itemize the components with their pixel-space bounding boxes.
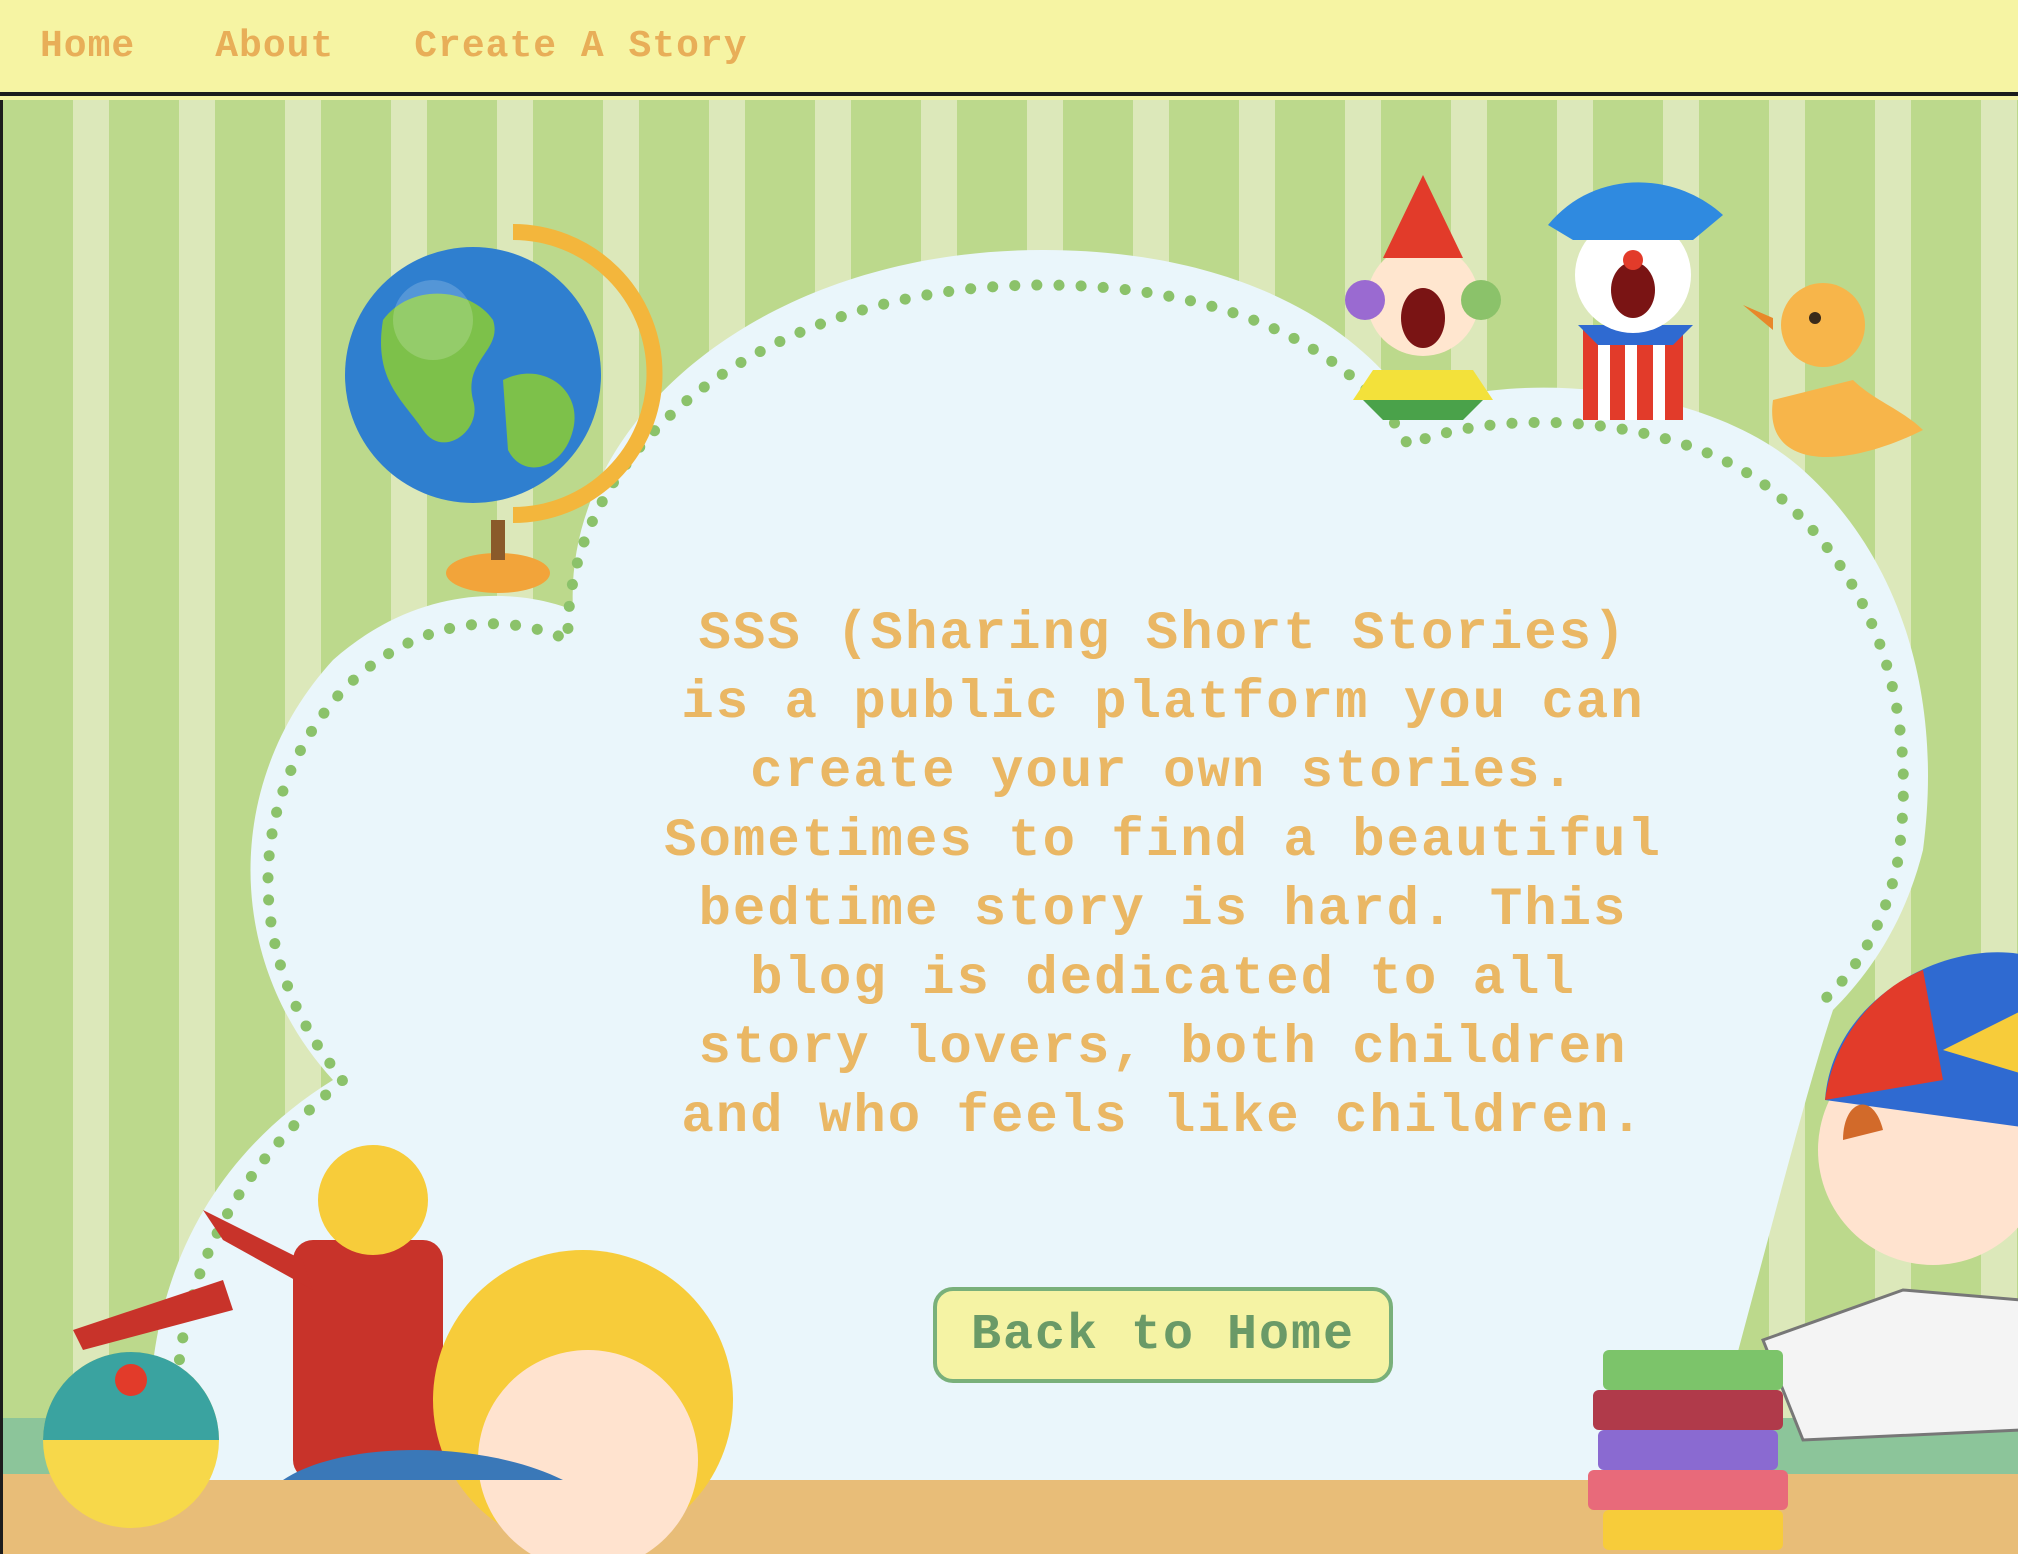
beach-ball-illustration [43, 1352, 219, 1528]
top-nav: Home About Create A Story [0, 0, 2018, 96]
back-to-home-button[interactable]: Back to Home [933, 1287, 1393, 1383]
about-scene: SSS (Sharing Short Stories) is a public … [0, 100, 2018, 1554]
clown-toy-illustration [1345, 175, 1501, 420]
nav-home-link[interactable]: Home [40, 25, 135, 68]
book-stack-illustration [1588, 1350, 1788, 1550]
duck-toy-illustration [1743, 283, 1923, 458]
nav-create-story-link[interactable]: Create A Story [414, 25, 747, 68]
nav-about-link[interactable]: About [215, 25, 334, 68]
jester-toy-illustration [1548, 182, 1723, 420]
about-description: SSS (Sharing Short Stories) is a public … [664, 604, 1662, 1148]
